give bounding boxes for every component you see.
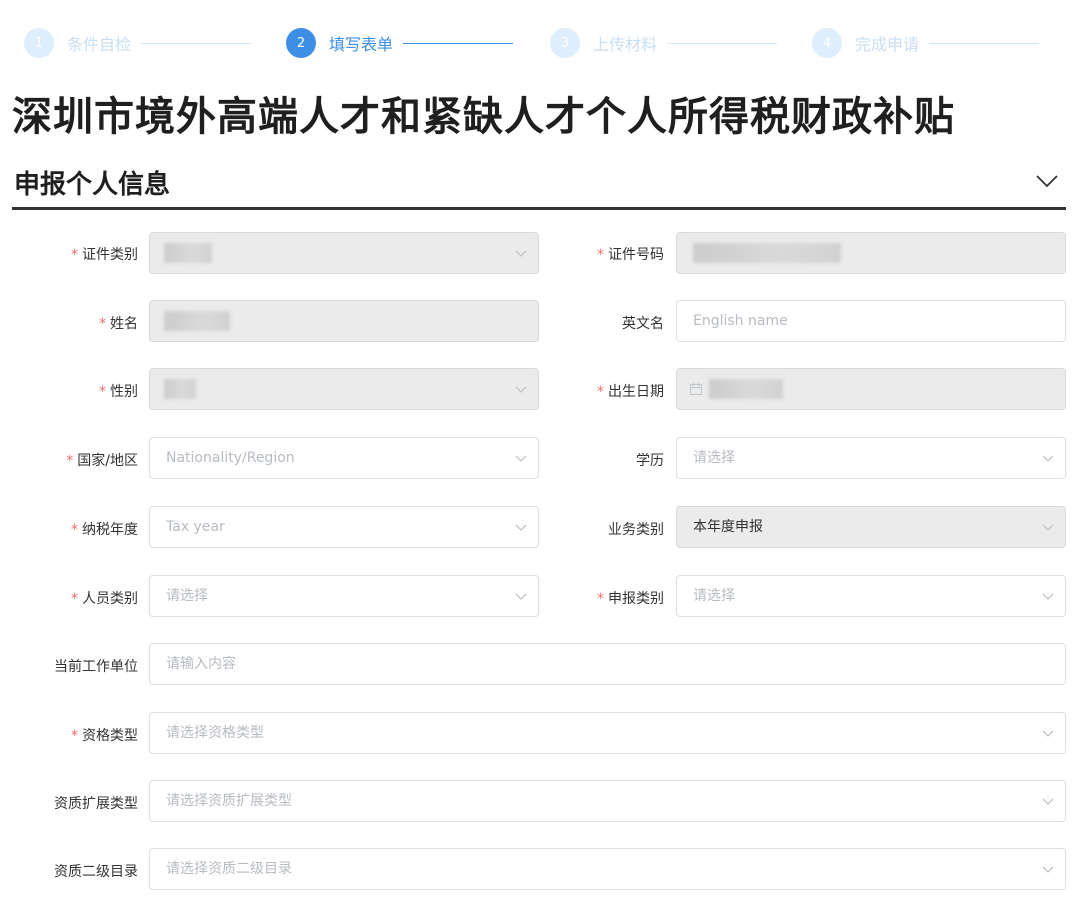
- step-2-connector: [403, 42, 514, 44]
- birth-date-picker[interactable]: [676, 368, 1066, 410]
- qualification-sub-dir-placeholder: 请选择资质二级目录: [166, 861, 292, 877]
- business-type-value: 本年度申报: [693, 519, 763, 535]
- tax-year-placeholder: Tax year: [166, 519, 225, 535]
- personnel-type-label: * 人员类别: [71, 591, 138, 607]
- name-input[interactable]: [149, 300, 539, 342]
- qualification-sub-dir-label: 资质二级目录: [54, 864, 138, 880]
- birth-date-label: * 出生日期: [597, 384, 664, 400]
- employer-label: 当前工作单位: [54, 659, 138, 675]
- step-2: 2 填写表单: [286, 28, 514, 58]
- step-4-number: 4: [812, 28, 842, 58]
- name-label: * 姓名: [99, 316, 138, 332]
- chevron-down-icon[interactable]: [1034, 170, 1060, 192]
- chevron-down-icon: [515, 250, 527, 257]
- step-1: 1 条件自检: [24, 28, 252, 58]
- chevron-down-icon: [515, 455, 527, 462]
- step-3-connector: [667, 42, 778, 44]
- english-name-label: 英文名: [622, 316, 664, 332]
- education-label: 学历: [636, 453, 664, 469]
- chevron-down-icon: [515, 593, 527, 600]
- step-2-label: 填写表单: [329, 35, 394, 54]
- english-name-placeholder: English name: [693, 313, 788, 329]
- chevron-down-icon: [1042, 798, 1054, 805]
- step-1-label: 条件自检: [67, 35, 132, 54]
- id-type-label: * 证件类别: [71, 247, 138, 263]
- step-1-connector: [141, 42, 252, 44]
- step-4-connector: [929, 42, 1040, 44]
- page-title: 深圳市境外高端人才和紧缺人才个人所得税财政补贴: [12, 94, 955, 140]
- redacted-value: [164, 311, 230, 331]
- chevron-down-icon: [515, 524, 527, 531]
- redacted-value: [164, 379, 196, 399]
- step-3: 3 上传材料: [550, 28, 778, 58]
- redacted-value: [693, 243, 841, 263]
- step-progress: 1 条件自检 2 填写表单 3 上传材料 4 完成申请: [24, 28, 1060, 58]
- qualification-type-placeholder: 请选择资格类型: [166, 725, 264, 741]
- qualification-ext-type-select[interactable]: 请选择资质扩展类型: [149, 780, 1066, 822]
- tax-year-label: * 纳税年度: [71, 522, 138, 538]
- redacted-value: [709, 379, 783, 399]
- step-3-number: 3: [550, 28, 580, 58]
- english-name-input[interactable]: English name: [676, 300, 1066, 342]
- employer-input[interactable]: 请输入内容: [149, 643, 1066, 685]
- chevron-down-icon: [1042, 455, 1054, 462]
- nationality-select[interactable]: Nationality/Region: [149, 437, 539, 479]
- education-placeholder: 请选择: [693, 450, 735, 466]
- chevron-down-icon: [1042, 866, 1054, 873]
- qualification-type-label: * 资格类型: [71, 728, 138, 744]
- step-3-label: 上传材料: [593, 35, 658, 54]
- gender-label: * 性别: [99, 384, 138, 400]
- step-1-number: 1: [24, 28, 54, 58]
- declaration-type-label: * 申报类别: [597, 591, 664, 607]
- section-header: 申报个人信息: [12, 160, 1066, 210]
- step-2-number: 2: [286, 28, 316, 58]
- personnel-type-select[interactable]: 请选择: [149, 575, 539, 617]
- chevron-down-icon: [1042, 593, 1054, 600]
- step-4: 4 完成申请: [812, 28, 1040, 58]
- business-type-label: 业务类别: [608, 522, 664, 538]
- chevron-down-icon: [1042, 730, 1054, 737]
- section-title: 申报个人信息: [14, 170, 171, 200]
- qualification-ext-type-label: 资质扩展类型: [54, 796, 138, 812]
- redacted-value: [164, 243, 212, 263]
- nationality-placeholder: Nationality/Region: [166, 450, 295, 466]
- qualification-type-select[interactable]: 请选择资格类型: [149, 712, 1066, 754]
- nationality-label: * 国家/地区: [66, 453, 138, 469]
- id-number-label: * 证件号码: [597, 247, 664, 263]
- business-type-select[interactable]: 本年度申报: [676, 506, 1066, 548]
- chevron-down-icon: [1042, 524, 1054, 531]
- declaration-type-placeholder: 请选择: [693, 588, 735, 604]
- personnel-type-placeholder: 请选择: [166, 588, 208, 604]
- gender-select[interactable]: [149, 368, 539, 410]
- tax-year-select[interactable]: Tax year: [149, 506, 539, 548]
- step-4-label: 完成申请: [855, 35, 920, 54]
- declaration-type-select[interactable]: 请选择: [676, 575, 1066, 617]
- id-number-input[interactable]: [676, 232, 1066, 274]
- employer-placeholder: 请输入内容: [166, 656, 236, 672]
- id-type-select[interactable]: [149, 232, 539, 274]
- qualification-sub-dir-select[interactable]: 请选择资质二级目录: [149, 848, 1066, 890]
- qualification-ext-type-placeholder: 请选择资质扩展类型: [166, 793, 292, 809]
- education-select[interactable]: 请选择: [676, 437, 1066, 479]
- chevron-down-icon: [515, 386, 527, 393]
- calendar-icon: [690, 383, 702, 395]
